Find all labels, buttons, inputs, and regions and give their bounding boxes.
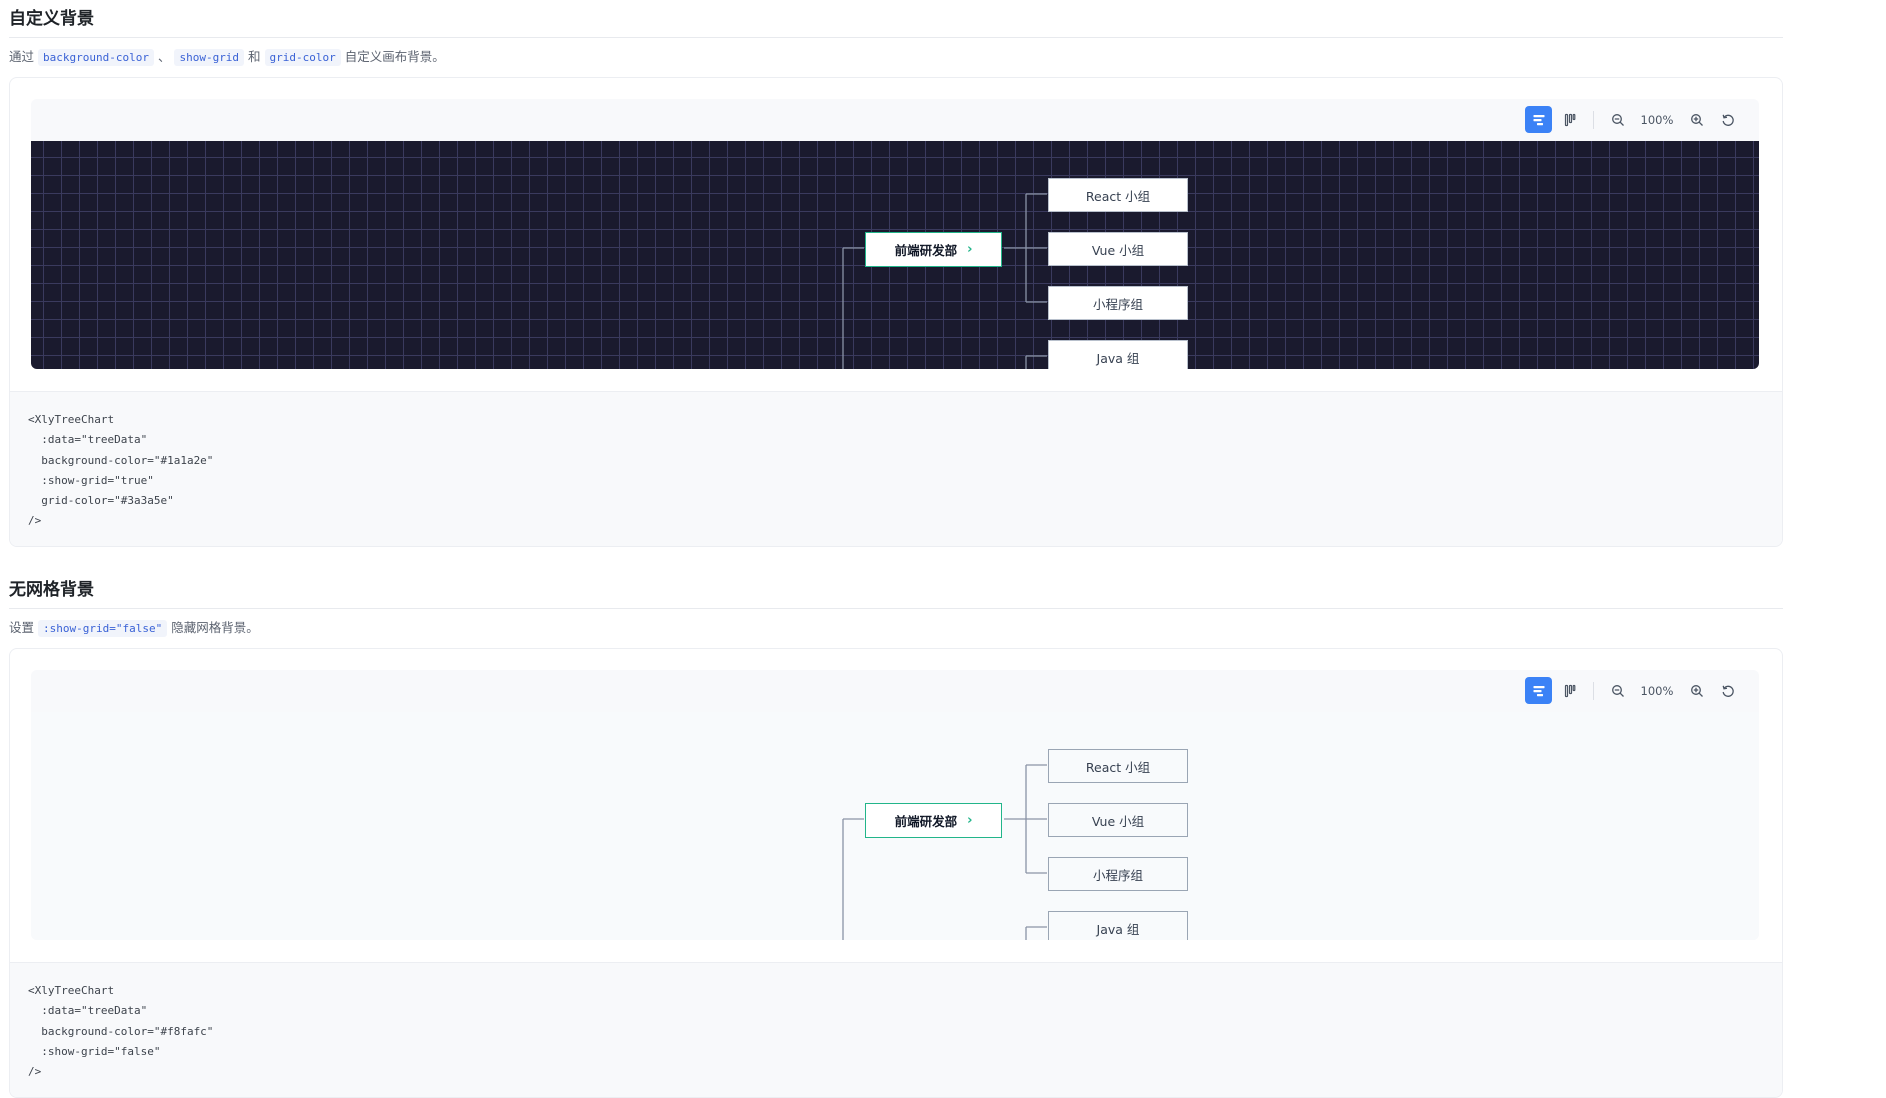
desc-text: 隐藏网格背景。	[171, 620, 259, 635]
code-line: />	[28, 514, 42, 528]
tree-node[interactable]: Java 组	[1048, 911, 1188, 940]
chart-canvas[interactable]: 前端研发部 › React 小组 Vue 小组 小程序组 Java 组	[31, 712, 1759, 940]
demo-card: 100% 前端研发部 › React 小组 Vue 小组 小程序组 Java 组…	[9, 77, 1783, 547]
chart-toolbar: 100%	[31, 99, 1759, 142]
tree-node-root[interactable]: 前端研发部 ›	[865, 803, 1002, 838]
section-title: 无网格背景	[9, 575, 1783, 609]
horizontal-layout-icon	[1533, 114, 1544, 125]
demo-card: 100% 前端研发部 › React 小组 Vue 小组 小程序组 Java 组…	[9, 648, 1783, 1098]
tree-node[interactable]: Vue 小组	[1048, 232, 1188, 266]
zoom-out-icon	[1611, 684, 1624, 697]
desc-text: 设置	[9, 620, 35, 635]
code-line: <XlyTreeChart	[28, 413, 115, 426]
desc-text: 、	[157, 49, 171, 64]
chevron-right-icon: ›	[967, 242, 973, 257]
horizontal-layout-button[interactable]	[1525, 106, 1552, 133]
code-line: <XlyTreeChart	[28, 984, 115, 997]
inline-code: background-color	[38, 49, 154, 66]
code-line: background-color="#f8fafc"	[28, 1024, 214, 1038]
code-line: background-color="#1a1a2e"	[28, 453, 214, 467]
node-label: 前端研发部	[894, 243, 958, 258]
zoom-level: 100%	[1640, 683, 1674, 698]
tree-node[interactable]: 小程序组	[1048, 286, 1188, 320]
tree-node[interactable]: Vue 小组	[1048, 803, 1188, 837]
chart-toolbar: 100%	[31, 670, 1759, 713]
code-line: grid-color="#3a3a5e"	[28, 494, 174, 508]
vertical-layout-button[interactable]	[1556, 106, 1583, 133]
tree-node-root[interactable]: 前端研发部 ›	[865, 232, 1002, 267]
zoom-level: 100%	[1640, 112, 1674, 127]
chevron-right-icon: ›	[967, 813, 973, 828]
zoom-out-button[interactable]	[1604, 106, 1631, 133]
vertical-layout-icon	[1564, 113, 1575, 126]
inline-code: show-grid	[174, 49, 245, 66]
section-description: 通过 background-color 、 show-grid 和 grid-c…	[9, 47, 1783, 68]
section-title: 自定义背景	[9, 4, 1783, 38]
inline-code: grid-color	[264, 49, 341, 66]
code-line: :data="treeData"	[28, 433, 148, 447]
zoom-in-icon	[1690, 684, 1703, 697]
code-snippet: <XlyTreeChart :data="treeData" backgroun…	[10, 391, 1782, 546]
zoom-in-button[interactable]	[1683, 677, 1710, 704]
toolbar-divider	[1593, 110, 1594, 129]
code-line: :data="treeData"	[28, 1004, 148, 1018]
tree-node[interactable]: React 小组	[1048, 749, 1188, 783]
tree-chart: 100% 前端研发部 › React 小组 Vue 小组 小程序组 Java 组	[31, 670, 1759, 940]
reset-icon	[1722, 685, 1734, 697]
tree-node[interactable]: Java 组	[1048, 340, 1188, 369]
inline-code: :show-grid="false"	[38, 620, 168, 637]
code-line: :show-grid="true"	[28, 473, 154, 487]
desc-text: 通过	[9, 49, 35, 64]
reset-button[interactable]	[1714, 106, 1741, 133]
zoom-out-button[interactable]	[1604, 677, 1631, 704]
code-snippet: <XlyTreeChart :data="treeData" backgroun…	[10, 962, 1782, 1097]
desc-text: 自定义画布背景。	[344, 49, 445, 64]
toolbar-divider	[1593, 681, 1594, 700]
zoom-out-icon	[1611, 113, 1624, 126]
reset-icon	[1722, 114, 1734, 126]
code-line: />	[28, 1065, 42, 1079]
section-description: 设置 :show-grid="false" 隐藏网格背景。	[9, 618, 1783, 639]
zoom-in-icon	[1690, 113, 1703, 126]
horizontal-layout-icon	[1533, 685, 1544, 696]
section-no-grid-background: 无网格背景 设置 :show-grid="false" 隐藏网格背景。 100%…	[9, 575, 1783, 1098]
tree-node[interactable]: 小程序组	[1048, 857, 1188, 891]
section-custom-background: 自定义背景 通过 background-color 、 show-grid 和 …	[9, 4, 1783, 547]
reset-button[interactable]	[1714, 677, 1741, 704]
desc-text: 和	[248, 49, 261, 64]
tree-node[interactable]: React 小组	[1048, 178, 1188, 212]
vertical-layout-button[interactable]	[1556, 677, 1583, 704]
horizontal-layout-button[interactable]	[1525, 677, 1552, 704]
vertical-layout-icon	[1564, 684, 1575, 697]
code-line: :show-grid="false"	[28, 1044, 161, 1058]
node-label: 前端研发部	[894, 814, 958, 829]
chart-canvas[interactable]: 前端研发部 › React 小组 Vue 小组 小程序组 Java 组	[31, 141, 1759, 369]
zoom-in-button[interactable]	[1683, 106, 1710, 133]
tree-chart: 100% 前端研发部 › React 小组 Vue 小组 小程序组 Java 组	[31, 99, 1759, 369]
